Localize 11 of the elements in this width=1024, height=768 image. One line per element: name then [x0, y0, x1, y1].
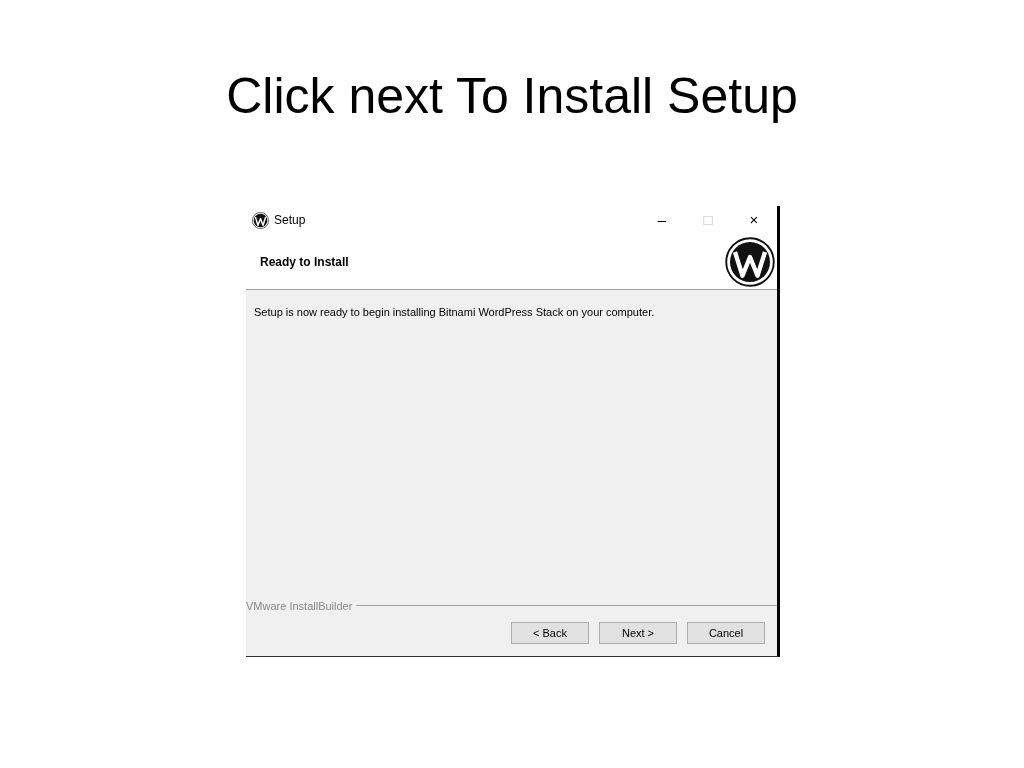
wordpress-logo-icon [252, 211, 269, 229]
brand-label: VMware InstallBuilder [246, 598, 353, 614]
dialog-button[interactable]: Cancel [687, 622, 765, 644]
page-heading: Ready to Install [260, 253, 349, 271]
minimize-button[interactable]: – [639, 206, 685, 234]
slide-title: Click next To Install Setup [226, 67, 798, 126]
dialog-button[interactable]: < Back [511, 622, 589, 644]
ready-message: Setup is now ready to begin installing Bitnami WordPress Stack on your computer. [254, 305, 656, 320]
close-button[interactable]: × [731, 206, 777, 234]
dialog-button[interactable]: Next > [599, 622, 677, 644]
window-title: Setup [274, 212, 306, 229]
